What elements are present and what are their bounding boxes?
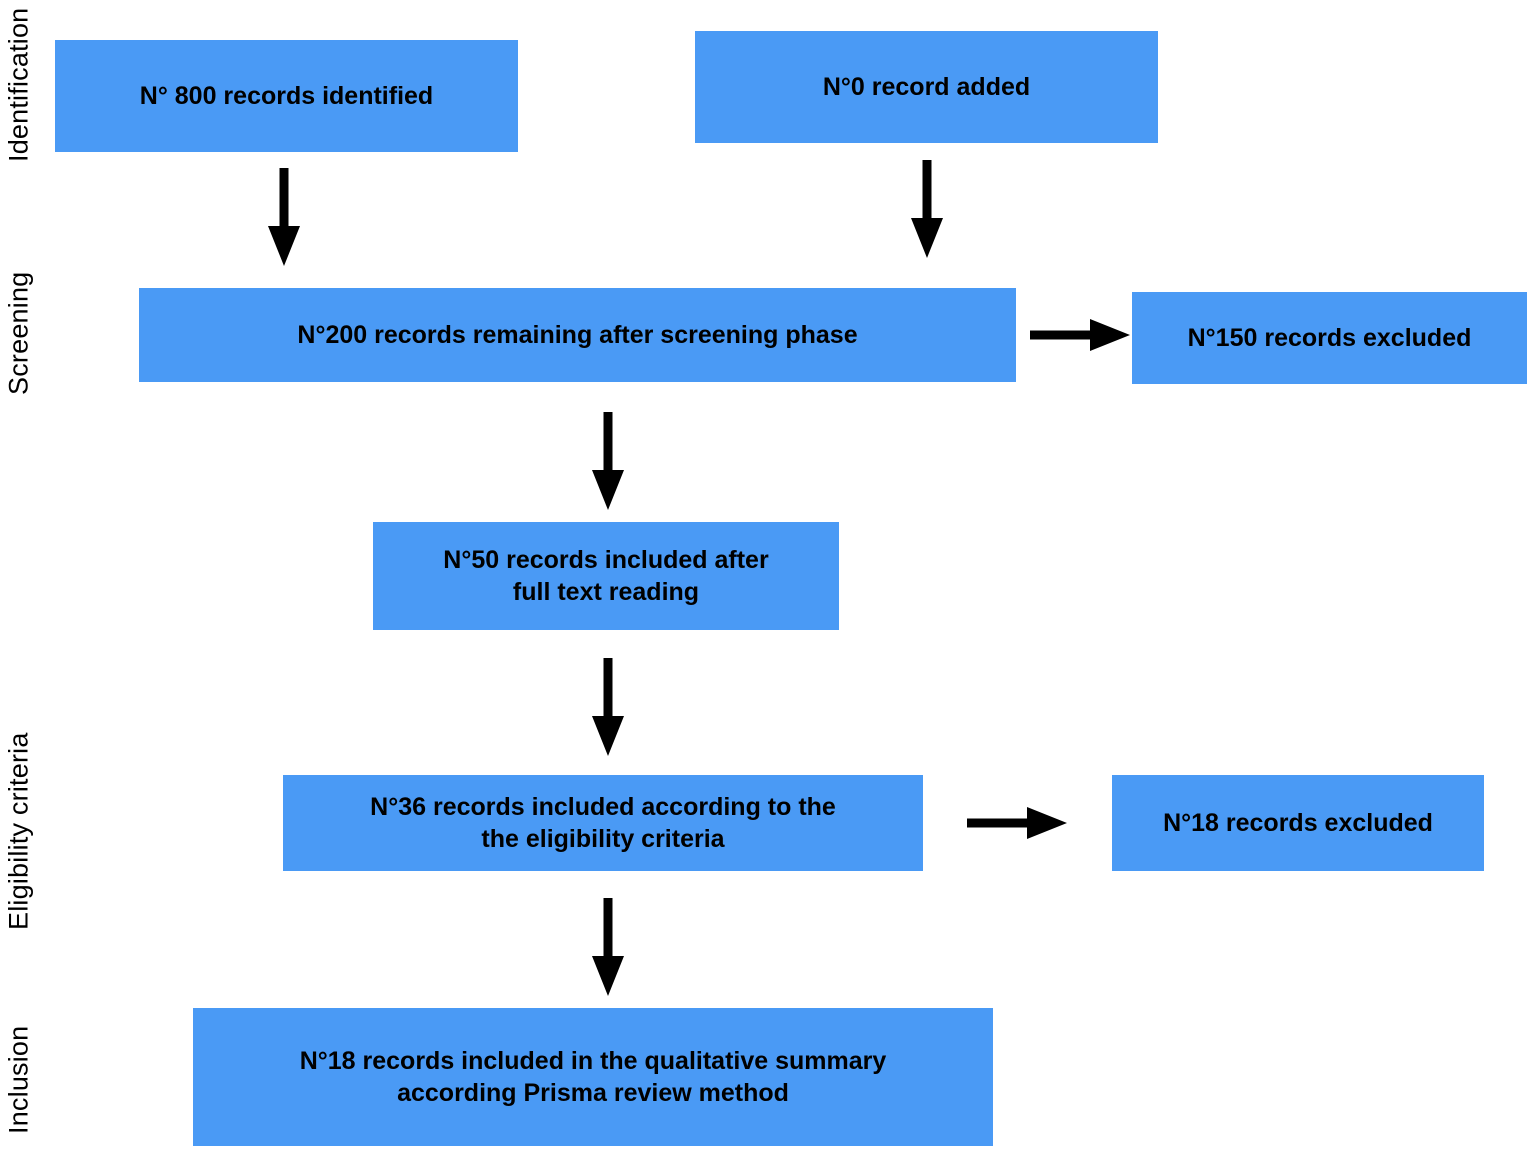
- arrow-added-to-remaining: [911, 160, 943, 258]
- arrow-identified-to-remaining: [268, 168, 300, 266]
- stage-label-inclusion: Inclusion: [0, 1000, 38, 1160]
- box-records-full-text-reading: N°50 records included after full text re…: [373, 522, 839, 630]
- stage-label-inclusion-text: Inclusion: [3, 1025, 34, 1135]
- box-records-remaining: N°200 records remaining after screening …: [139, 288, 1016, 382]
- stage-label-screening: Screening: [0, 268, 38, 398]
- box-records-excluded-screening: N°150 records excluded: [1132, 292, 1527, 384]
- prisma-flow-diagram: Identification Screening Eligibility cri…: [0, 0, 1535, 1166]
- box-records-eligibility-criteria: N°36 records included according to the t…: [283, 775, 923, 871]
- stage-label-identification: Identification: [0, 5, 38, 165]
- arrow-eligible-to-included-final: [592, 898, 624, 996]
- stage-label-screening-text: Screening: [3, 271, 34, 395]
- box-records-included-final: N°18 records included in the qualitative…: [193, 1008, 993, 1146]
- arrow-remaining-to-excluded-screening: [1030, 319, 1130, 351]
- stage-label-eligibility-criteria: Eligibility criteria: [0, 700, 38, 962]
- stage-label-eligibility-criteria-text: Eligibility criteria: [3, 732, 34, 930]
- stage-label-identification-text: Identification: [3, 7, 34, 163]
- box-records-added: N°0 record added: [695, 31, 1158, 143]
- arrow-full-text-to-eligible: [592, 658, 624, 756]
- arrow-remaining-to-full-text: [592, 412, 624, 510]
- box-records-excluded-eligibility: N°18 records excluded: [1112, 775, 1484, 871]
- arrow-eligible-to-excluded-eligibility: [967, 807, 1067, 839]
- box-records-identified: N° 800 records identified: [55, 40, 518, 152]
